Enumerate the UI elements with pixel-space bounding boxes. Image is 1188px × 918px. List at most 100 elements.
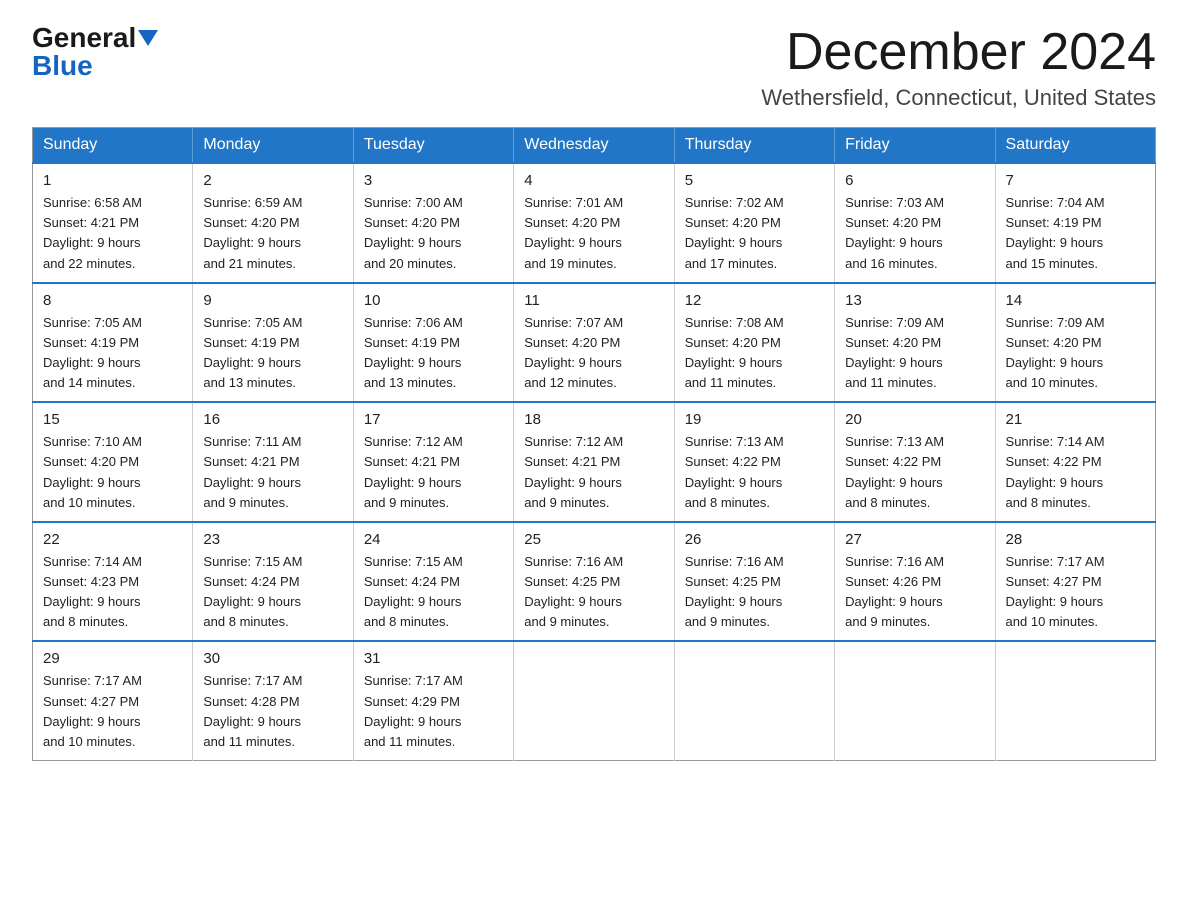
day-info: Sunrise: 7:09 AMSunset: 4:20 PMDaylight:…: [1006, 315, 1105, 390]
calendar-cell: 6 Sunrise: 7:03 AMSunset: 4:20 PMDayligh…: [835, 163, 995, 283]
day-number: 11: [524, 292, 663, 309]
day-number: 16: [203, 411, 342, 428]
calendar-subtitle: Wethersfield, Connecticut, United States: [761, 85, 1156, 111]
calendar-week-row: 29 Sunrise: 7:17 AMSunset: 4:27 PMDaylig…: [33, 641, 1156, 760]
day-info: Sunrise: 7:07 AMSunset: 4:20 PMDaylight:…: [524, 315, 623, 390]
day-number: 17: [364, 411, 503, 428]
day-number: 30: [203, 650, 342, 667]
calendar-week-row: 15 Sunrise: 7:10 AMSunset: 4:20 PMDaylig…: [33, 402, 1156, 522]
calendar-cell: 30 Sunrise: 7:17 AMSunset: 4:28 PMDaylig…: [193, 641, 353, 760]
header-day-friday: Friday: [835, 128, 995, 164]
day-number: 25: [524, 531, 663, 548]
day-number: 22: [43, 531, 182, 548]
day-info: Sunrise: 6:59 AMSunset: 4:20 PMDaylight:…: [203, 195, 302, 270]
calendar-cell: 21 Sunrise: 7:14 AMSunset: 4:22 PMDaylig…: [995, 402, 1155, 522]
calendar-cell: 26 Sunrise: 7:16 AMSunset: 4:25 PMDaylig…: [674, 522, 834, 642]
calendar-cell: 9 Sunrise: 7:05 AMSunset: 4:19 PMDayligh…: [193, 283, 353, 403]
day-number: 6: [845, 172, 984, 189]
calendar-cell: 10 Sunrise: 7:06 AMSunset: 4:19 PMDaylig…: [353, 283, 513, 403]
day-info: Sunrise: 6:58 AMSunset: 4:21 PMDaylight:…: [43, 195, 142, 270]
calendar-header: SundayMondayTuesdayWednesdayThursdayFrid…: [33, 128, 1156, 164]
day-number: 15: [43, 411, 182, 428]
page-header: General Blue December 2024 Wethersfield,…: [32, 24, 1156, 111]
day-number: 28: [1006, 531, 1145, 548]
calendar-table: SundayMondayTuesdayWednesdayThursdayFrid…: [32, 127, 1156, 761]
calendar-cell: 31 Sunrise: 7:17 AMSunset: 4:29 PMDaylig…: [353, 641, 513, 760]
header-day-monday: Monday: [193, 128, 353, 164]
calendar-body: 1 Sunrise: 6:58 AMSunset: 4:21 PMDayligh…: [33, 163, 1156, 760]
calendar-cell: 7 Sunrise: 7:04 AMSunset: 4:19 PMDayligh…: [995, 163, 1155, 283]
header-day-saturday: Saturday: [995, 128, 1155, 164]
calendar-cell: 17 Sunrise: 7:12 AMSunset: 4:21 PMDaylig…: [353, 402, 513, 522]
day-info: Sunrise: 7:17 AMSunset: 4:28 PMDaylight:…: [203, 673, 302, 748]
day-info: Sunrise: 7:06 AMSunset: 4:19 PMDaylight:…: [364, 315, 463, 390]
day-info: Sunrise: 7:16 AMSunset: 4:25 PMDaylight:…: [524, 554, 623, 629]
calendar-cell: 16 Sunrise: 7:11 AMSunset: 4:21 PMDaylig…: [193, 402, 353, 522]
calendar-cell: [995, 641, 1155, 760]
calendar-cell: 20 Sunrise: 7:13 AMSunset: 4:22 PMDaylig…: [835, 402, 995, 522]
day-info: Sunrise: 7:15 AMSunset: 4:24 PMDaylight:…: [364, 554, 463, 629]
day-info: Sunrise: 7:01 AMSunset: 4:20 PMDaylight:…: [524, 195, 623, 270]
calendar-cell: 14 Sunrise: 7:09 AMSunset: 4:20 PMDaylig…: [995, 283, 1155, 403]
calendar-header-row: SundayMondayTuesdayWednesdayThursdayFrid…: [33, 128, 1156, 164]
day-number: 4: [524, 172, 663, 189]
day-info: Sunrise: 7:17 AMSunset: 4:27 PMDaylight:…: [43, 673, 142, 748]
day-info: Sunrise: 7:17 AMSunset: 4:29 PMDaylight:…: [364, 673, 463, 748]
calendar-week-row: 1 Sunrise: 6:58 AMSunset: 4:21 PMDayligh…: [33, 163, 1156, 283]
calendar-week-row: 22 Sunrise: 7:14 AMSunset: 4:23 PMDaylig…: [33, 522, 1156, 642]
day-info: Sunrise: 7:17 AMSunset: 4:27 PMDaylight:…: [1006, 554, 1105, 629]
header-day-sunday: Sunday: [33, 128, 193, 164]
day-number: 21: [1006, 411, 1145, 428]
logo-triangle-icon: [138, 30, 158, 46]
day-info: Sunrise: 7:16 AMSunset: 4:25 PMDaylight:…: [685, 554, 784, 629]
calendar-cell: 22 Sunrise: 7:14 AMSunset: 4:23 PMDaylig…: [33, 522, 193, 642]
logo-general: General: [32, 24, 136, 52]
logo-blue: Blue: [32, 50, 93, 81]
day-number: 13: [845, 292, 984, 309]
day-info: Sunrise: 7:13 AMSunset: 4:22 PMDaylight:…: [685, 434, 784, 509]
day-number: 20: [845, 411, 984, 428]
day-number: 27: [845, 531, 984, 548]
calendar-cell: 15 Sunrise: 7:10 AMSunset: 4:20 PMDaylig…: [33, 402, 193, 522]
day-number: 2: [203, 172, 342, 189]
header-day-thursday: Thursday: [674, 128, 834, 164]
calendar-cell: 29 Sunrise: 7:17 AMSunset: 4:27 PMDaylig…: [33, 641, 193, 760]
calendar-cell: 25 Sunrise: 7:16 AMSunset: 4:25 PMDaylig…: [514, 522, 674, 642]
calendar-cell: 23 Sunrise: 7:15 AMSunset: 4:24 PMDaylig…: [193, 522, 353, 642]
title-block: December 2024 Wethersfield, Connecticut,…: [761, 24, 1156, 111]
calendar-cell: 11 Sunrise: 7:07 AMSunset: 4:20 PMDaylig…: [514, 283, 674, 403]
calendar-cell: [835, 641, 995, 760]
calendar-cell: 19 Sunrise: 7:13 AMSunset: 4:22 PMDaylig…: [674, 402, 834, 522]
day-info: Sunrise: 7:08 AMSunset: 4:20 PMDaylight:…: [685, 315, 784, 390]
calendar-cell: 3 Sunrise: 7:00 AMSunset: 4:20 PMDayligh…: [353, 163, 513, 283]
calendar-week-row: 8 Sunrise: 7:05 AMSunset: 4:19 PMDayligh…: [33, 283, 1156, 403]
day-info: Sunrise: 7:10 AMSunset: 4:20 PMDaylight:…: [43, 434, 142, 509]
calendar-cell: 5 Sunrise: 7:02 AMSunset: 4:20 PMDayligh…: [674, 163, 834, 283]
day-info: Sunrise: 7:02 AMSunset: 4:20 PMDaylight:…: [685, 195, 784, 270]
day-number: 3: [364, 172, 503, 189]
calendar-cell: 4 Sunrise: 7:01 AMSunset: 4:20 PMDayligh…: [514, 163, 674, 283]
day-number: 10: [364, 292, 503, 309]
day-number: 5: [685, 172, 824, 189]
calendar-cell: 18 Sunrise: 7:12 AMSunset: 4:21 PMDaylig…: [514, 402, 674, 522]
calendar-cell: [674, 641, 834, 760]
day-number: 29: [43, 650, 182, 667]
calendar-cell: 8 Sunrise: 7:05 AMSunset: 4:19 PMDayligh…: [33, 283, 193, 403]
calendar-cell: [514, 641, 674, 760]
logo: General Blue: [32, 24, 158, 80]
day-number: 1: [43, 172, 182, 189]
day-info: Sunrise: 7:05 AMSunset: 4:19 PMDaylight:…: [203, 315, 302, 390]
day-number: 31: [364, 650, 503, 667]
day-info: Sunrise: 7:15 AMSunset: 4:24 PMDaylight:…: [203, 554, 302, 629]
day-info: Sunrise: 7:14 AMSunset: 4:23 PMDaylight:…: [43, 554, 142, 629]
day-info: Sunrise: 7:00 AMSunset: 4:20 PMDaylight:…: [364, 195, 463, 270]
day-number: 19: [685, 411, 824, 428]
day-number: 9: [203, 292, 342, 309]
day-number: 7: [1006, 172, 1145, 189]
day-info: Sunrise: 7:14 AMSunset: 4:22 PMDaylight:…: [1006, 434, 1105, 509]
day-number: 24: [364, 531, 503, 548]
day-info: Sunrise: 7:05 AMSunset: 4:19 PMDaylight:…: [43, 315, 142, 390]
day-info: Sunrise: 7:12 AMSunset: 4:21 PMDaylight:…: [364, 434, 463, 509]
day-number: 12: [685, 292, 824, 309]
day-number: 26: [685, 531, 824, 548]
